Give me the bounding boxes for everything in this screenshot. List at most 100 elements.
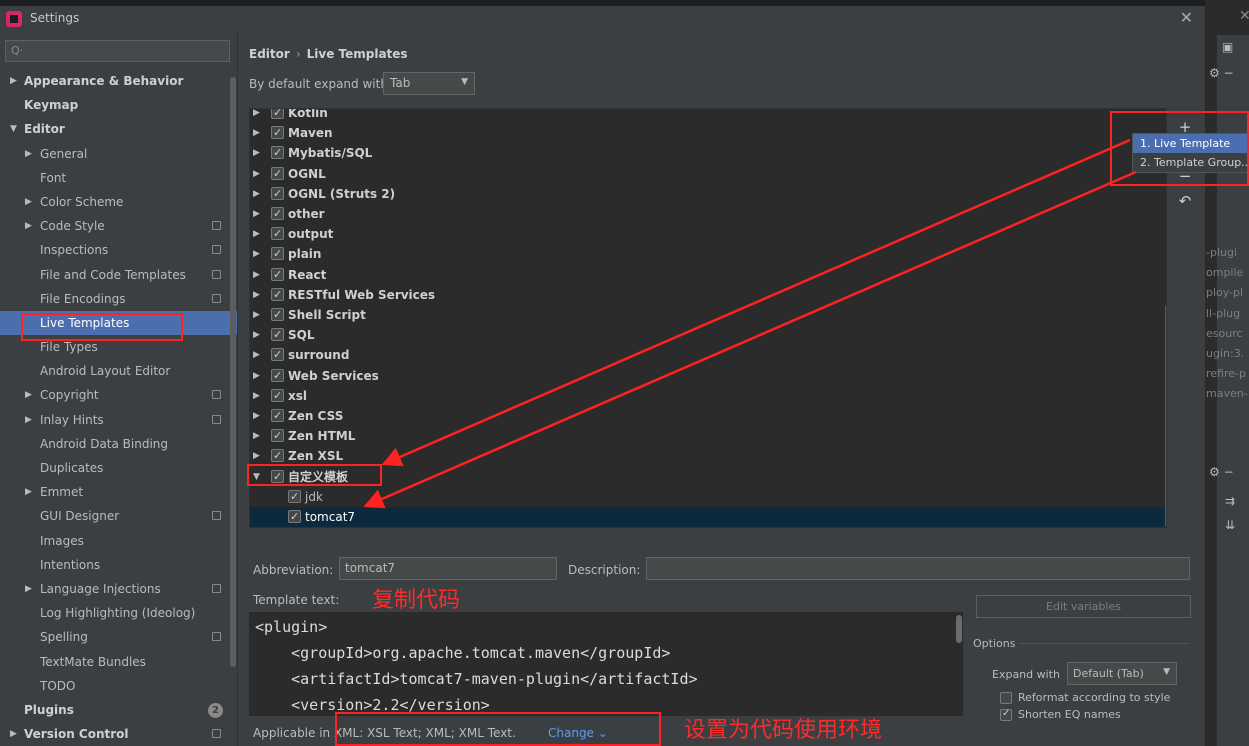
sidebar-item-plugins[interactable]: Plugins 2 [0,698,237,722]
enabled-checkbox[interactable] [271,446,284,467]
undo-icon[interactable]: ↶ [1176,192,1194,210]
enabled-checkbox[interactable] [271,325,284,345]
chevron-right-icon[interactable]: ▶ [253,109,260,123]
sidebar-item-font[interactable]: Font [0,166,237,190]
enabled-checkbox[interactable] [288,487,301,507]
sidebar-item-appearance-behavior[interactable]: ▶ Appearance & Behavior [0,69,237,93]
sidebar-item-language-injections[interactable]: ▶ Language Injections [0,577,237,601]
sidebar-item-intentions[interactable]: Intentions [0,553,237,577]
sidebar-item-version-control[interactable]: ▶ Version Control [0,722,237,746]
sidebar-item-gui-designer[interactable]: GUI Designer [0,504,237,528]
enabled-checkbox[interactable] [271,109,284,123]
template-group-row[interactable]: ▶ OGNL (Struts 2) [250,184,1166,204]
abbreviation-input[interactable]: tomcat7 [339,557,557,580]
wrap-icon[interactable]: ⇉ [1225,494,1235,508]
template-group-row[interactable]: ▶ Kotlin [250,109,1166,123]
enabled-checkbox[interactable] [271,224,284,244]
expand-with-select[interactable]: Tab ▼ [383,72,475,95]
panel-icon[interactable]: ▣ [1222,40,1233,54]
chevron-right-icon[interactable]: ▶ [25,383,32,407]
enabled-checkbox[interactable] [271,345,284,366]
sidebar-item-todo[interactable]: TODO [0,674,237,698]
template-group-row[interactable]: ▶ other [250,204,1166,224]
template-group-row[interactable]: ▶ Zen HTML [250,426,1166,446]
sidebar-scrollbar[interactable] [230,77,236,667]
breadcrumb-editor[interactable]: Editor [249,47,290,61]
sidebar-item-file-encodings[interactable]: File Encodings [0,287,237,311]
chevron-right-icon[interactable]: ▶ [253,143,260,163]
enabled-checkbox[interactable] [271,426,284,446]
sidebar-item-code-style[interactable]: ▶ Code Style [0,214,237,238]
enabled-checkbox[interactable] [271,265,284,285]
chevron-right-icon[interactable]: ▶ [25,142,32,166]
enabled-checkbox[interactable] [271,123,284,143]
template-group-row[interactable]: ▶ RESTful Web Services [250,285,1166,305]
chevron-right-icon[interactable]: ▶ [253,366,260,386]
template-group-row[interactable]: ▼自定义模板 [250,467,1166,487]
sidebar-item-log-highlighting-ideolog[interactable]: Log Highlighting (Ideolog) [0,601,237,625]
chevron-right-icon[interactable]: ▶ [253,265,260,285]
template-group-row[interactable]: ▶ plain [250,244,1166,264]
chevron-right-icon[interactable]: ▶ [253,285,260,305]
sidebar-item-textmate-bundles[interactable]: TextMate Bundles [0,650,237,674]
template-group-row[interactable]: ▶ OGNL [250,164,1166,184]
chevron-right-icon[interactable]: ▶ [253,325,260,345]
template-row[interactable]: jdk [250,487,1166,507]
chevron-right-icon[interactable]: ▶ [253,386,260,406]
chevron-right-icon[interactable]: ▶ [25,408,32,432]
enabled-checkbox[interactable] [271,366,284,386]
scroll-end-icon[interactable]: ⇊ [1225,518,1235,532]
search-input[interactable]: Q· [5,40,230,62]
sidebar-item-duplicates[interactable]: Duplicates [0,456,237,480]
sidebar-item-copyright[interactable]: ▶ Copyright [0,383,237,407]
enabled-checkbox[interactable] [271,143,284,164]
sidebar-item-android-data-binding[interactable]: Android Data Binding [0,432,237,456]
template-group-row[interactable]: ▶ Shell Script [250,305,1166,325]
sidebar-item-images[interactable]: Images [0,529,237,553]
template-group-row[interactable]: ▶ Zen CSS [250,406,1166,426]
chevron-right-icon[interactable]: ▶ [253,204,260,224]
chevron-right-icon[interactable]: ▶ [253,406,260,426]
settings-small-icon[interactable]: ⚙ − [1209,66,1234,80]
chevron-right-icon[interactable]: ▶ [253,164,260,184]
template-group-row[interactable]: ▶ SQL [250,325,1166,345]
chevron-right-icon[interactable]: ▶ [253,244,260,264]
template-group-row[interactable]: ▶ Mybatis/SQL [250,143,1166,163]
chevron-right-icon[interactable]: ▶ [10,69,17,93]
enabled-checkbox[interactable] [271,406,284,426]
template-group-row[interactable]: ▶ Maven [250,123,1166,143]
settings-small-icon[interactable]: ⚙ − [1209,465,1234,479]
chevron-right-icon[interactable]: ▶ [253,224,260,244]
description-input[interactable] [646,557,1190,580]
template-expand-with-select[interactable]: Default (Tab) ▼ [1067,662,1177,685]
chevron-right-icon[interactable]: ▶ [25,480,32,504]
chevron-right-icon[interactable]: ▶ [25,577,32,601]
template-group-row[interactable]: ▶ xsl [250,386,1166,406]
sidebar-item-general[interactable]: ▶ General [0,142,237,166]
enabled-checkbox[interactable] [271,305,284,325]
sidebar-item-inspections[interactable]: Inspections [0,238,237,262]
close-icon[interactable]: ✕ [1180,8,1193,27]
enabled-checkbox[interactable] [271,386,284,406]
chevron-right-icon[interactable]: ▶ [25,190,32,214]
chevron-down-icon[interactable]: ▼ [10,117,17,141]
edit-variables-button[interactable]: Edit variables [976,595,1191,618]
enabled-checkbox[interactable] [271,204,284,224]
enabled-checkbox[interactable] [271,164,284,184]
template-group-row[interactable]: ▶Zen XSL [250,446,1166,466]
template-group-row[interactable]: ▶ Web Services [250,366,1166,386]
sidebar-item-file-and-code-templates[interactable]: File and Code Templates [0,263,237,287]
chevron-right-icon[interactable]: ▶ [253,345,260,365]
sidebar-item-emmet[interactable]: ▶ Emmet [0,480,237,504]
sidebar-item-android-layout-editor[interactable]: Android Layout Editor [0,359,237,383]
chevron-right-icon[interactable]: ▶ [10,722,17,746]
enabled-checkbox[interactable] [271,184,284,204]
template-group-row[interactable]: ▶ React [250,265,1166,285]
sidebar-item-inlay-hints[interactable]: ▶ Inlay Hints [0,408,237,432]
sidebar-item-color-scheme[interactable]: ▶ Color Scheme [0,190,237,214]
sidebar-item-editor[interactable]: ▼ Editor [0,117,237,141]
template-text-editor[interactable]: <plugin> <groupId>org.apache.tomcat.mave… [249,612,963,716]
enabled-checkbox[interactable] [271,244,284,265]
code-scrollbar[interactable] [956,615,962,643]
template-group-row[interactable]: ▶ surround [250,345,1166,365]
